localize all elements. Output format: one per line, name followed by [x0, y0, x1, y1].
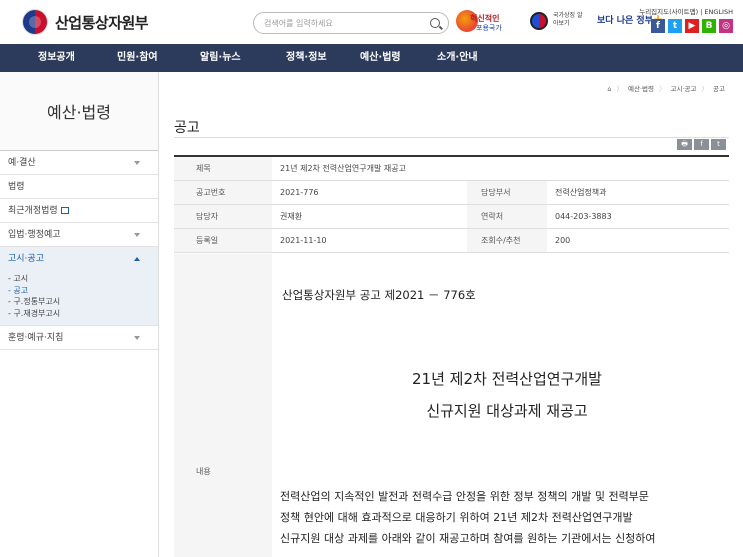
blog-icon[interactable]: B [702, 19, 716, 33]
views-label: 조회수/추천 [467, 228, 547, 253]
logo-text: 산업통상자원부 [55, 13, 149, 32]
notice-no-label: 공고번호 [174, 180, 272, 205]
national-flag-icon[interactable] [530, 12, 548, 30]
chevron-down-icon [134, 161, 140, 165]
breadcrumb-item[interactable]: 예산·법령 [628, 85, 654, 93]
sidebar-item-law[interactable]: 법령 [0, 175, 158, 199]
share-buttons: 🖶 f t [677, 139, 726, 150]
sidebar-item-label: 입법·행정예고 [8, 230, 61, 240]
breadcrumb-separator: 〉 [616, 85, 624, 93]
table-row: 등록일 2021-11-10 조회수/추천 200 [174, 228, 729, 253]
nav-about[interactable]: 소개·안내 [437, 44, 478, 72]
table-row: 공고번호 2021-776 담당부서 전력산업정책과 [174, 180, 729, 205]
top-links[interactable]: 누리집지도(사이트맵) | ENGLISH [639, 6, 733, 16]
nav-civil-participation[interactable]: 민원·참여 [117, 44, 158, 72]
sidebar-item-notice[interactable]: 고시·공고 [0, 247, 158, 271]
person-value: 권재환 [272, 204, 467, 229]
breadcrumb-separator: 〉 [659, 85, 666, 93]
nav-info-disclosure[interactable]: 정보공개 [38, 44, 75, 72]
paragraph-line: 신규지원 대상 과제를 아래와 같이 재공고하며 참여를 원하는 기관에서는 신… [280, 532, 656, 545]
sidebar-title: 예산·법령 [0, 72, 158, 151]
chevron-down-icon [134, 233, 140, 237]
search-icon[interactable] [430, 18, 440, 28]
notice-no-value: 2021-776 [272, 180, 467, 205]
twitter-share-icon[interactable]: t [711, 139, 726, 150]
nav-policy[interactable]: 정책·정보 [286, 44, 327, 72]
breadcrumb-separator: 〉 [701, 85, 709, 93]
content-label: 내용 [196, 467, 211, 476]
sidebar-item-directive[interactable]: 훈령·예규·지침 [0, 326, 158, 350]
sidebar-item-label: 법령 [8, 182, 25, 192]
nav-news[interactable]: 알림·뉴스 [200, 44, 241, 72]
date-label: 등록일 [174, 228, 272, 253]
sidebar-item-legislation[interactable]: 입법·행정예고 [0, 223, 158, 247]
page-title: 공고 [174, 120, 200, 136]
site-header: 산업통상자원부 혁신적인 포용국가 국가상징 알아보기 보다 나은 정부+ 누리… [0, 0, 743, 44]
sidebar-item-budget[interactable]: 예·결산 [0, 151, 158, 175]
youtube-icon[interactable]: ▶ [685, 19, 699, 33]
subject-value: 21년 제2차 전력산업연구개발 재공고 [272, 156, 729, 181]
breadcrumb: ⌂ 〉 예산·법령 〉 고시·공고 〉 공고 [607, 83, 725, 93]
submenu-item-notice[interactable]: - 공고 [0, 285, 158, 297]
national-symbol-link[interactable]: 국가상징 알아보기 [553, 12, 583, 28]
chevron-down-icon [134, 336, 140, 340]
views-value: 200 [547, 228, 729, 253]
main-nav: 정보공개 민원·참여 알림·뉴스 정책·정보 예산·법령 소개·안내 [0, 44, 743, 72]
inclusive-nation-banner[interactable]: 혁신적인 포용국가 [456, 8, 520, 36]
sidebar-item-label: 고시·공고 [8, 254, 44, 264]
home-icon[interactable]: ⌂ [607, 85, 611, 93]
facebook-share-icon[interactable]: f [694, 139, 709, 150]
government-emblem-icon [22, 9, 48, 35]
sidebar-item-label: 예·결산 [8, 158, 36, 168]
document-number: 산업통상자원부 공고 제2021 － 776호 [282, 288, 476, 302]
site-logo[interactable]: 산업통상자원부 [22, 9, 149, 35]
dept-value: 전력산업정책과 [547, 180, 729, 205]
sidebar-item-label: 최근개정법령 [8, 206, 58, 216]
submenu-item-announcement[interactable]: - 고시 [0, 273, 158, 285]
title-divider [174, 137, 729, 138]
subject-label: 제목 [174, 156, 272, 181]
facebook-icon[interactable]: f [651, 19, 665, 33]
print-icon[interactable]: 🖶 [677, 139, 692, 150]
table-row: 제목 21년 제2차 전력산업연구개발 재공고 [174, 156, 729, 181]
contact-value: 044-203-3883 [547, 204, 729, 229]
person-label: 담당자 [174, 204, 272, 229]
table-row: 담당자 권재환 연락처 044-203-3883 [174, 204, 729, 229]
instagram-icon[interactable]: ◎ [719, 19, 733, 33]
sidebar-submenu: - 고시 - 공고 - 구.정통부고시 - 구.재경부고시 [0, 271, 158, 326]
twitter-icon[interactable]: t [668, 19, 682, 33]
sns-links: f t ▶ B ◎ [651, 19, 733, 33]
document-paragraph: 전력산업의 지속적인 발전과 전력수급 안정을 위한 정부 정책의 개발 및 전… [280, 486, 730, 549]
submenu-item-old-mofe[interactable]: - 구.재경부고시 [0, 308, 158, 320]
breadcrumb-item[interactable]: 공고 [713, 85, 725, 93]
sidebar: 예산·법령 예·결산 법령 최근개정법령 입법·행정예고 고시·공고 - 고시 … [0, 72, 159, 557]
notice-info-table: 제목 21년 제2차 전력산업연구개발 재공고 공고번호 2021-776 담당… [174, 155, 729, 253]
paragraph-line: 정책 현안에 대해 효과적으로 대응하기 위하여 21년 제2차 전력산업연구개… [280, 511, 633, 524]
banner-text: 보다 나은 정부 [597, 16, 653, 26]
submenu-item-old-mic[interactable]: - 구.정통부고시 [0, 296, 158, 308]
document-title-line-2: 신규지원 대상과제 재공고 [426, 402, 588, 420]
sidebar-menu: 예·결산 법령 최근개정법령 입법·행정예고 고시·공고 - 고시 - 공고 -… [0, 151, 158, 350]
search-input[interactable] [264, 17, 424, 30]
sidebar-item-label: 훈령·예규·지침 [8, 333, 64, 343]
content-label-cell [174, 254, 272, 557]
breadcrumb-item[interactable]: 고시·공고 [671, 85, 697, 93]
external-link-icon [60, 207, 69, 214]
search-box [253, 12, 449, 34]
contact-label: 연락처 [467, 204, 547, 229]
banner-text-2: 포용국가 [476, 24, 502, 32]
nav-budget-law[interactable]: 예산·법령 [360, 44, 401, 72]
paragraph-line: 전력산업의 지속적인 발전과 전력수급 안정을 위한 정부 정책의 개발 및 전… [280, 490, 649, 503]
date-value: 2021-11-10 [272, 228, 467, 253]
document-title-line-1: 21년 제2차 전력산업연구개발 [412, 370, 602, 388]
dept-label: 담당부서 [467, 180, 547, 205]
chevron-up-icon [134, 257, 140, 261]
sidebar-item-recent-law[interactable]: 최근개정법령 [0, 199, 158, 223]
